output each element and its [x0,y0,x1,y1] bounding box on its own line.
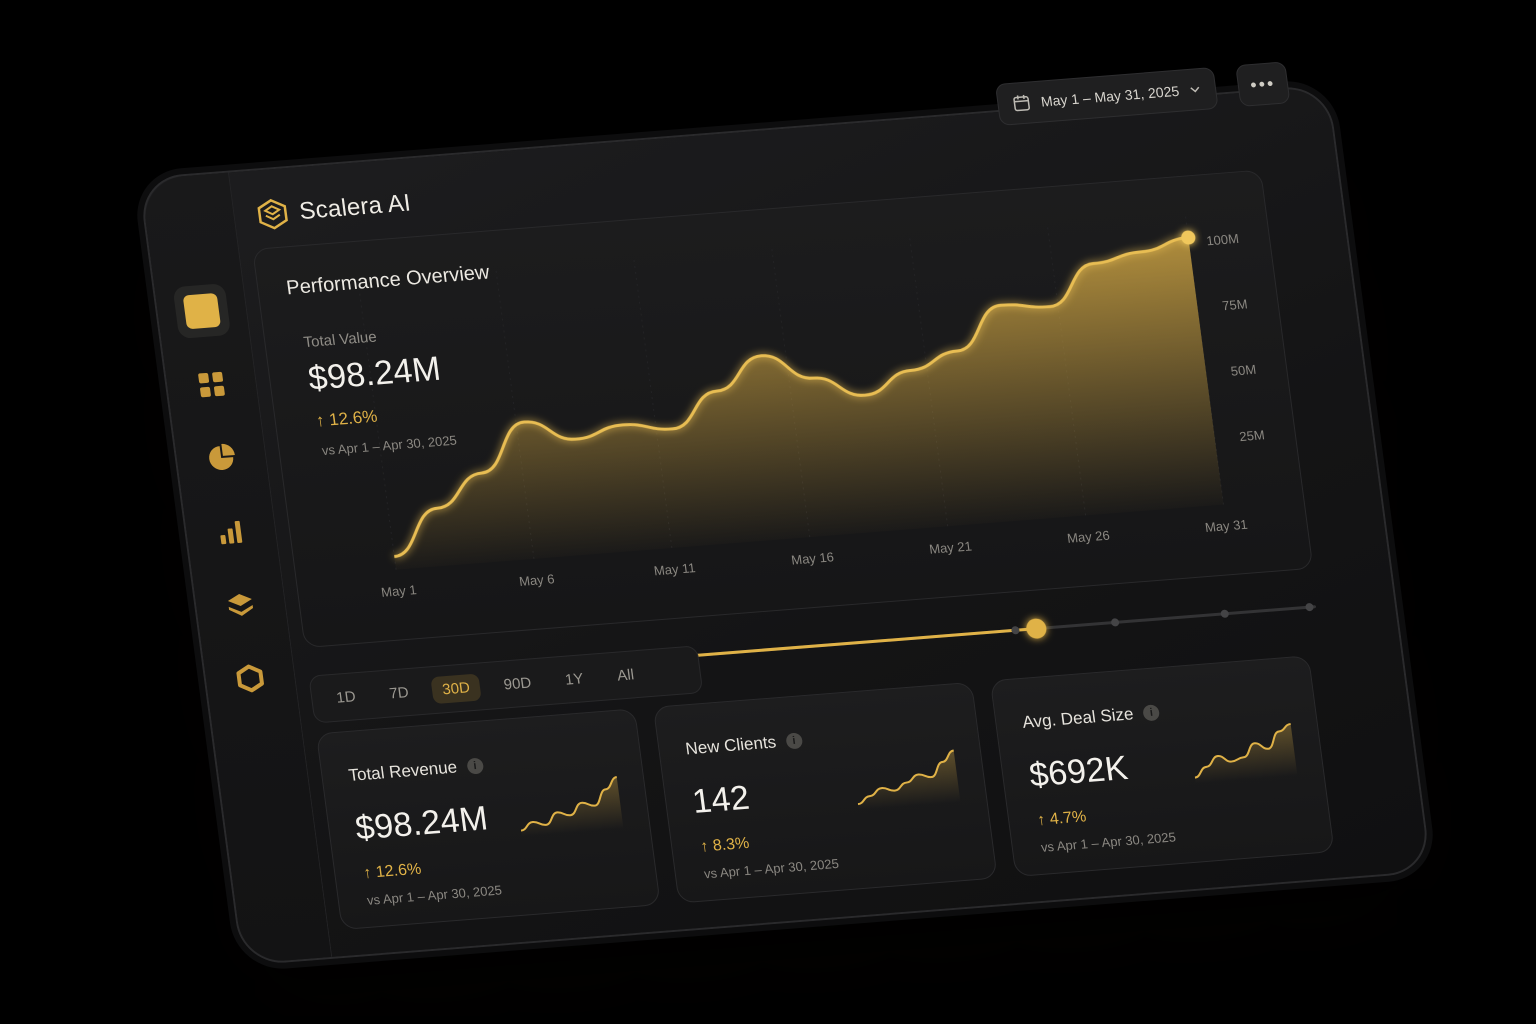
sidebar-item-grid[interactable] [182,357,241,413]
more-options-button[interactable]: ••• [1235,61,1291,107]
info-icon[interactable]: i [465,757,484,775]
x-tick-label: May 1 [380,582,417,600]
slider-fill [694,627,1038,657]
kpi-value: $98.24M [353,799,490,848]
date-range-picker[interactable]: May 1 – May 31, 2025 [995,66,1219,126]
kpi-change: ↑ 4.7% [1036,808,1088,830]
tablet-device: Scalera AI May 1 – May 31, 2025 ••• May … [137,61,1433,966]
stage: Scalera AI May 1 – May 31, 2025 ••• May … [0,0,1536,1024]
app-name: Scalera AI [297,189,413,226]
home-square-icon [182,292,222,330]
sidebar-item-reports[interactable] [202,504,261,560]
sparkline [1194,722,1298,784]
area-fill [394,237,1224,570]
main-content: Scalera AI May 1 – May 31, 2025 ••• May … [240,61,1430,956]
pie-chart-icon [209,443,235,470]
sparkline-area [1194,723,1298,784]
brand[interactable]: Scalera AI [254,187,413,233]
x-tick-label: May 31 [1204,517,1248,535]
kpi-title-text: Total Revenue [347,757,459,785]
slider-tick [1111,618,1120,627]
range-option-1y[interactable]: 1Y [553,664,595,694]
calendar-icon [1013,94,1031,112]
chevron-down-icon [1190,86,1200,93]
sidebar-item-settings[interactable] [221,651,280,707]
kpi-title: Avg. Deal Size i [1021,702,1161,733]
slider-tick [1220,609,1229,618]
date-range-label: May 1 – May 31, 2025 [1039,82,1181,110]
range-option-90d[interactable]: 90D [492,668,543,699]
y-tick-label: 25M [1238,427,1265,444]
slider-tick [1305,603,1314,612]
y-tick-label: 100M [1205,231,1239,248]
kpi-compare: vs Apr 1 – Apr 30, 2025 [703,855,840,882]
grid-icon [198,371,225,398]
sidebar-item-analytics[interactable] [192,430,251,486]
performance-overview-card: May 1 May 6 May 11 May 16 May 21 May 26 May 31… [252,169,1314,649]
range-option-all[interactable]: All [606,660,646,690]
x-tick-label: May 6 [518,571,555,589]
sparkline-area [521,776,624,837]
y-tick-label: 50M [1230,362,1257,379]
kpi-card-avg-deal-size[interactable]: Avg. Deal Size i $692K ↑ 4.7% vs Apr 1 –… [989,655,1335,877]
layers-icon [227,594,254,616]
range-option-30d[interactable]: 30D [430,673,482,704]
kpi-change: ↑ 8.3% [699,834,751,856]
kpi-compare: vs Apr 1 – Apr 30, 2025 [1040,829,1177,855]
kpi-change: ↑ 12.6% [362,860,423,883]
range-option-7d[interactable]: 7D [378,678,421,708]
sparkline-area [858,750,961,811]
x-tick-label: May 26 [1066,528,1110,546]
slider-tick [1011,626,1020,635]
performance-chart: May 1 May 6 May 11 May 16 May 21 May 26 May 31… [357,216,1266,600]
kpi-title: New Clients i [684,730,804,759]
logo-icon [257,198,288,230]
info-icon[interactable]: i [784,732,804,750]
range-option-1d[interactable]: 1D [325,682,368,712]
kpi-card-total-revenue[interactable]: Total Revenue i $98.24M ↑ 12.6% vs Apr 1… [315,708,661,931]
kpi-compare: vs Apr 1 – Apr 30, 2025 [366,882,503,908]
sparkline [857,749,961,811]
kpi-title-text: New Clients [684,732,778,759]
sidebar-item-layers[interactable] [211,577,270,633]
range-selector: 1D 7D 30D 90D 1Y All [308,645,704,724]
x-tick-label: May 21 [928,538,972,556]
kpi-title: Total Revenue i [347,756,484,786]
slider-thumb[interactable] [1025,618,1048,639]
kpi-value: 142 [690,778,752,821]
kpi-card-new-clients[interactable]: New Clients i 142 ↑ 8.3% vs Apr 1 – Apr … [652,681,998,904]
y-tick-label: 75M [1221,296,1248,313]
sparkline [520,775,624,837]
info-icon[interactable]: i [1142,704,1161,722]
x-tick-label: May 16 [790,549,834,567]
kpi-title-text: Avg. Deal Size [1021,704,1135,732]
sidebar-item-home[interactable] [172,283,232,339]
kpi-value: $692K [1027,749,1131,795]
hexagon-icon [236,664,264,693]
bar-chart-icon [220,520,243,545]
x-tick-label: May 11 [653,560,696,578]
